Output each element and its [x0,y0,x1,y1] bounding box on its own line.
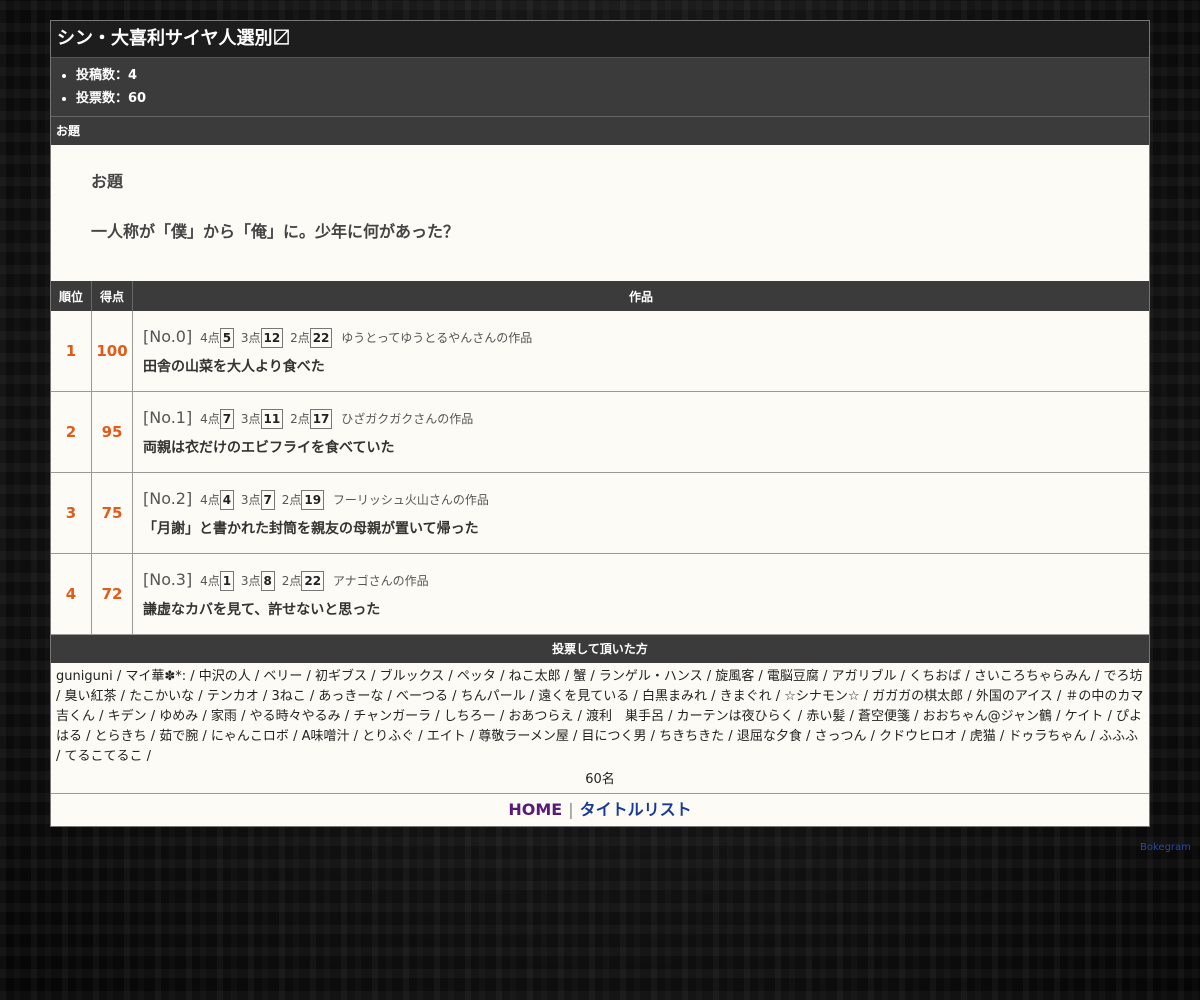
voter-count: 60名 [51,767,1149,794]
work-title: 田舎の山菜を大人より食べた [143,359,325,375]
post-count: 投稿数：4 [76,64,1149,87]
rank-cell: 4 [51,553,92,635]
title-list-link[interactable]: タイトルリスト [580,800,692,819]
work-title: 謙虚なカバを見て、許せないと思った [143,602,381,618]
work-column-header: 作品 [132,281,1149,311]
table-row: 2 95 [No.1] 4点 7 3点 11 2点 17 ひざガクガクさんの作品 両親… [51,391,1149,473]
vote-count: 投票数：60 [76,87,1149,110]
rank-cell: 3 [51,472,92,554]
work-number: [No.3] [143,570,193,589]
rank-cell: 1 [51,311,92,392]
theme-section-header: お題 [51,117,1149,145]
points-4-count: 1 [219,571,235,591]
score-cell: 72 [91,553,133,635]
work-number: [No.2] [143,489,193,508]
points-2-count: 22 [301,571,325,591]
points-2-label: 2点 [281,574,302,588]
ranking-table: 順位 得点 作品 1 100 [No.0] 4点 5 3点 12 2点 22 ゆうとっ… [51,281,1149,635]
points-3-label: 3点 [240,574,261,588]
points-3-count: 7 [260,490,275,510]
work-number: [No.1] [143,408,193,427]
points-2-count: 19 [301,490,325,510]
work-title: 両親は衣だけのエビフライを食べていた [143,440,395,456]
points-4-label: 4点 [200,574,220,588]
theme-text: 一人称が「僕」から「俺」に。少年に何があった？ [91,222,460,241]
work-cell: [No.1] 4点 7 3点 11 2点 17 ひざガクガクさんの作品 両親は衣だけの… [132,391,1149,473]
rank-column-header: 順位 [51,281,92,311]
theme-label: お題 [91,172,124,191]
ranking-header-row: 順位 得点 作品 [51,281,1149,311]
points-3-count: 11 [260,409,284,429]
main-container: シン・大喜利サイヤ人選別〼 投稿数：4 投票数：60 お題 お題 一人称が「僕」… [50,20,1150,827]
work-author: ひざガクガクさんの作品 [341,412,474,426]
table-row: 3 75 [No.2] 4点 4 3点 7 2点 19 フーリッシュ火山さんの作品 「… [51,472,1149,554]
work-author: アナゴさんの作品 [332,574,429,588]
score-cell: 75 [91,472,133,554]
rank-cell: 2 [51,391,92,473]
points-3-count: 8 [260,571,275,591]
footer-nav: HOME | タイトルリスト [51,794,1149,826]
work-meta: [No.2] 4点 4 3点 7 2点 19 フーリッシュ火山さんの作品 [143,487,1148,511]
work-meta: [No.1] 4点 7 3点 11 2点 17 ひざガクガクさんの作品 [143,406,1148,430]
points-4-label: 4点 [200,493,220,507]
page-title: シン・大喜利サイヤ人選別〼 [51,21,1149,58]
stats-panel: 投稿数：4 投票数：60 [51,58,1149,117]
score-cell: 95 [91,391,133,473]
work-meta: [No.3] 4点 1 3点 8 2点 22 アナゴさんの作品 [143,568,1148,592]
table-row: 4 72 [No.3] 4点 1 3点 8 2点 22 アナゴさんの作品 謙虚なカバを… [51,553,1149,635]
work-number: [No.0] [143,327,193,346]
points-3-count: 12 [260,328,284,348]
credit-link[interactable]: Bokegram [1140,842,1191,853]
work-cell: [No.2] 4点 4 3点 7 2点 19 フーリッシュ火山さんの作品 「月謝」と書… [132,472,1149,554]
nav-separator: | [568,800,574,819]
points-2-count: 17 [309,409,333,429]
points-2-count: 22 [309,328,333,348]
points-2-label: 2点 [281,493,302,507]
points-2-label: 2点 [290,412,310,426]
work-author: ゆうとってゆうとるやんさんの作品 [341,331,533,345]
score-column-header: 得点 [91,281,133,311]
home-link[interactable]: HOME [508,800,562,819]
points-4-label: 4点 [200,412,220,426]
points-4-count: 5 [219,328,235,348]
work-cell: [No.3] 4点 1 3点 8 2点 22 アナゴさんの作品 謙虚なカバを見て、許せ… [132,553,1149,635]
points-4-label: 4点 [200,331,220,345]
points-4-count: 4 [219,490,235,510]
voters-section-header: 投票して頂いた方 [51,635,1149,663]
points-3-label: 3点 [240,412,261,426]
points-4-count: 7 [219,409,235,429]
work-meta: [No.0] 4点 5 3点 12 2点 22 ゆうとってゆうとるやんさんの作品 [143,325,1148,349]
points-3-label: 3点 [240,331,261,345]
work-author: フーリッシュ火山さんの作品 [332,493,489,507]
table-row: 1 100 [No.0] 4点 5 3点 12 2点 22 ゆうとってゆうとるやんさん… [51,311,1149,392]
points-2-label: 2点 [290,331,310,345]
theme-panel: お題 一人称が「僕」から「俺」に。少年に何があった？ [51,145,1149,281]
points-3-label: 3点 [240,493,261,507]
score-cell: 100 [91,311,133,392]
voters-list: guniguni / マイ華✽*: / 中沢の人 / ベリー / 初ギブス / … [56,669,1144,764]
stats-list: 投稿数：4 投票数：60 [51,64,1149,110]
work-title: 「月謝」と書かれた封筒を親友の母親が置いて帰った [143,521,479,537]
work-cell: [No.0] 4点 5 3点 12 2点 22 ゆうとってゆうとるやんさんの作品 田舎… [132,311,1149,392]
